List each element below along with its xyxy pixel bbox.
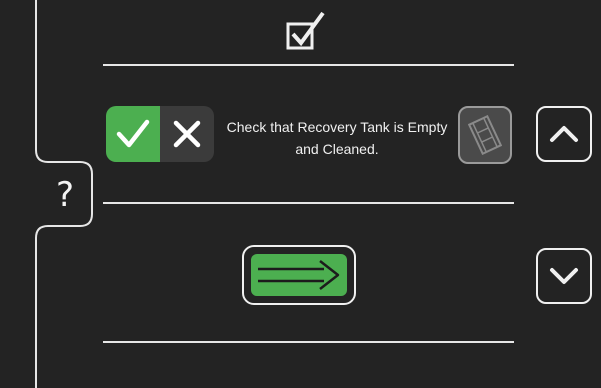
reject-button[interactable]	[160, 106, 214, 162]
divider-bottom	[103, 341, 514, 343]
check-icon	[116, 119, 150, 148]
help-button[interactable]: ?	[38, 164, 92, 226]
scroll-up-button[interactable]	[536, 106, 592, 162]
confirm-toggle	[106, 106, 214, 162]
checkbox-check-icon	[286, 11, 325, 50]
divider-middle	[103, 202, 514, 204]
next-step-fill	[251, 254, 347, 296]
next-step-button[interactable]	[242, 245, 356, 305]
video-button[interactable]	[458, 106, 512, 164]
chevron-up-icon	[550, 126, 578, 142]
divider-top	[103, 64, 514, 66]
chevron-down-icon	[550, 268, 578, 284]
step-instruction: Check that Recovery Tank is Empty and Cl…	[226, 119, 448, 157]
confirm-button[interactable]	[106, 106, 160, 162]
scroll-down-button[interactable]	[536, 248, 592, 304]
arrow-right-icon	[258, 260, 340, 290]
x-icon	[173, 120, 201, 148]
film-icon	[468, 115, 502, 155]
help-label: ?	[55, 175, 75, 215]
checklist-screen: ? Check that Recovery Tank is Empty and …	[0, 0, 601, 388]
